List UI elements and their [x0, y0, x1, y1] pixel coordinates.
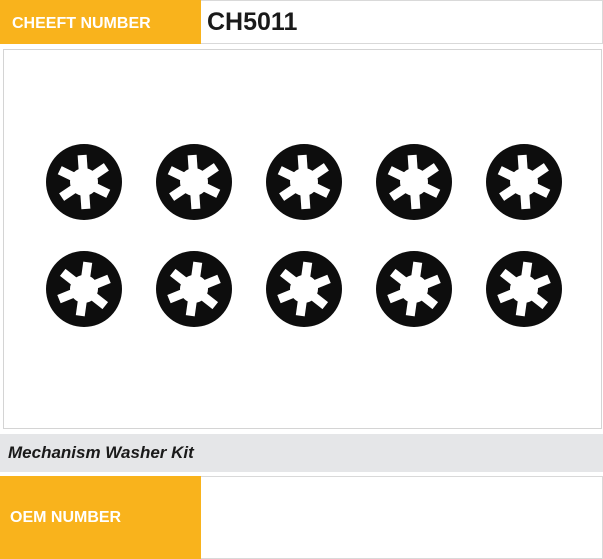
washer — [46, 251, 122, 327]
cheeft-number-row: CHEEFT NUMBER CH5011 — [0, 0, 603, 44]
washer — [486, 251, 562, 327]
washer — [486, 144, 562, 220]
washer — [156, 144, 232, 220]
cheeft-number-value: CH5011 — [201, 0, 603, 44]
product-image — [3, 49, 602, 429]
washer — [266, 144, 342, 220]
cheeft-number-label: CHEEFT NUMBER — [0, 0, 201, 44]
washer — [376, 144, 452, 220]
oem-number-label: OEM NUMBER — [0, 476, 201, 559]
washer — [266, 251, 342, 327]
washer — [376, 251, 452, 327]
product-description: Mechanism Washer Kit — [0, 434, 603, 472]
washer-kit-image — [46, 144, 562, 327]
washer — [46, 144, 122, 220]
washer — [156, 251, 232, 327]
oem-number-value — [201, 476, 603, 559]
